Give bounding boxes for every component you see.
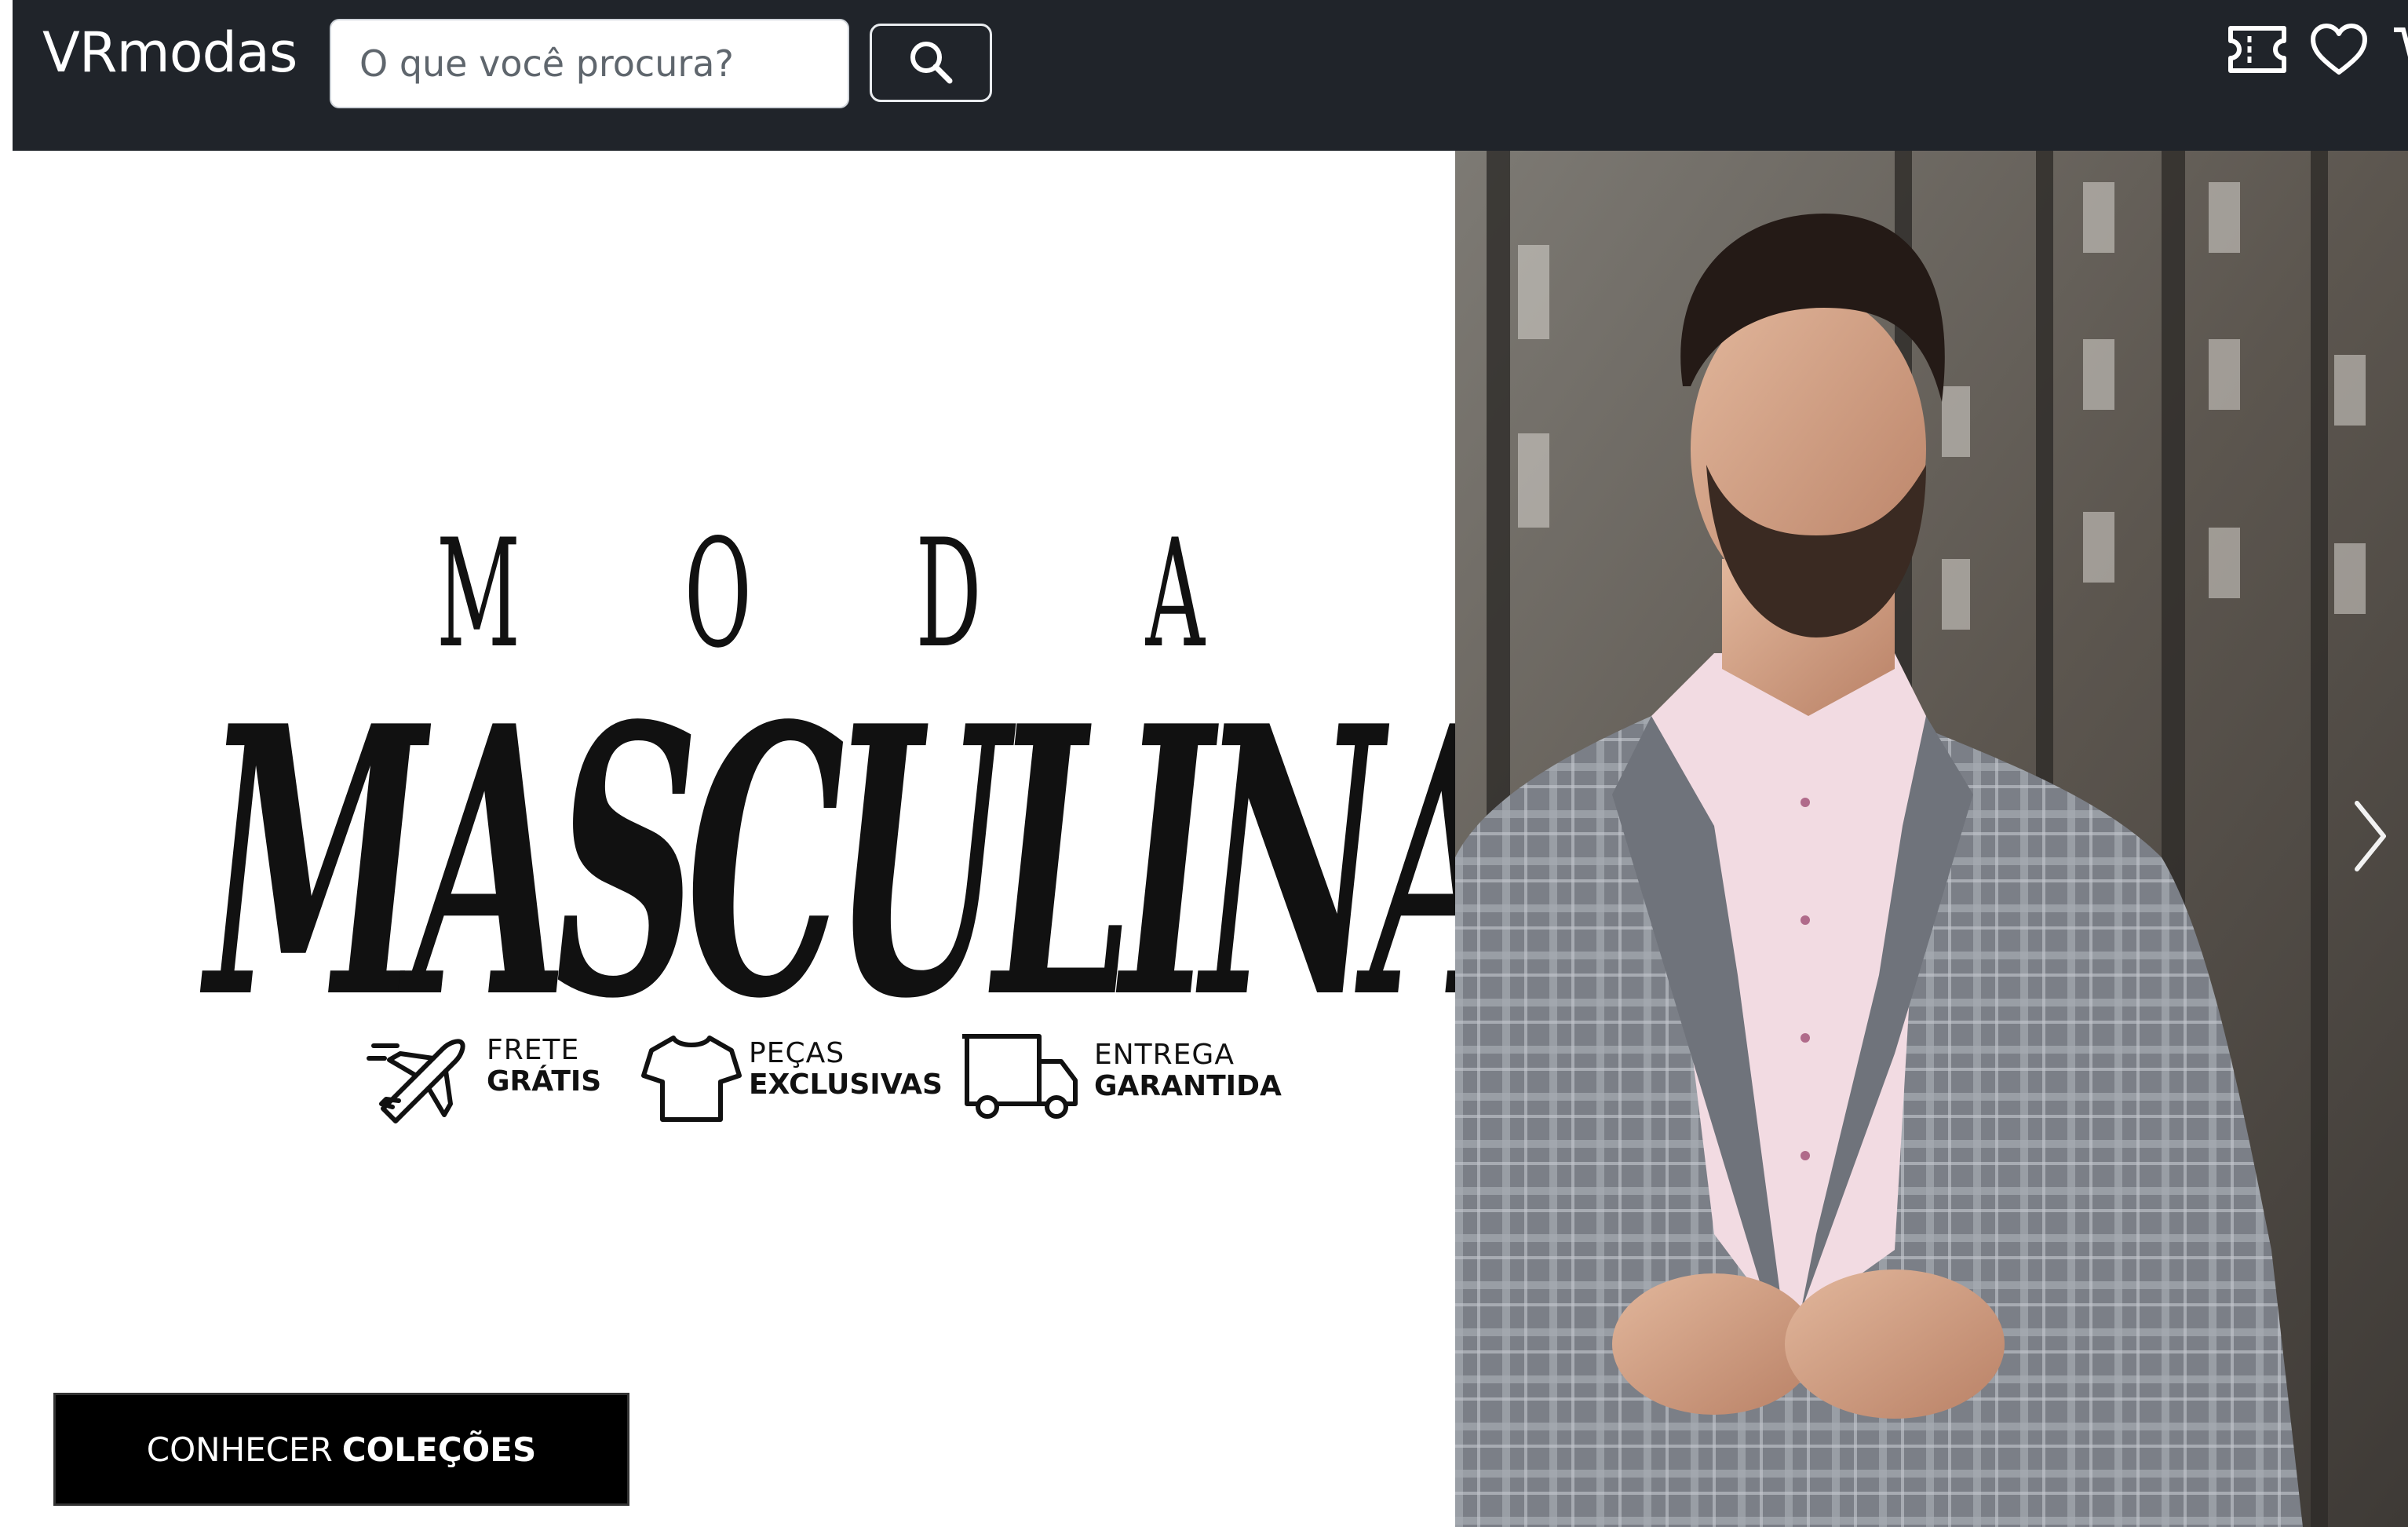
view-collections-button[interactable]: CONHECER COLEÇÕES [53,1393,629,1506]
truck-icon [962,1022,1080,1128]
brand-logo[interactable]: VRmodas [42,17,297,88]
feature-guaranteed-delivery: ENTREGA GARANTIDA [962,1022,1308,1132]
feature-list: FRETE GRÁTIS PEÇAS EXCLUSIVAS ENTREGA GA… [366,1022,1308,1132]
feature-free-shipping: FRETE GRÁTIS [366,1022,617,1132]
man-in-plaid-blazer-photo [1455,151,2408,1527]
search-icon [906,37,956,90]
hero-promo-panel: M O D A MASCULINA FRETE GRÁTIS PEÇAS EXC… [13,151,1525,1527]
hero-banner: M O D A MASCULINA FRETE GRÁTIS PEÇAS EXC… [13,151,2408,1527]
feature-label: FRETE GRÁTIS [487,1034,602,1098]
feature-exclusive-pieces: PEÇAS EXCLUSIVAS [640,1022,954,1132]
headline-masculina: MASCULINA [206,646,1525,1079]
cta-label-light: CONHECER [146,1430,333,1469]
hero-model-photo [1455,151,2408,1527]
feature-label: PEÇAS EXCLUSIVAS [749,1037,943,1101]
tshirt-icon [640,1022,742,1133]
search-input[interactable] [330,19,849,108]
feature-label: ENTREGA GARANTIDA [1094,1039,1282,1102]
airplane-icon [366,1022,476,1136]
cta-label-bold: COLEÇÕES [341,1430,537,1469]
chevron-right-icon [2351,797,2390,879]
carousel-next-button[interactable] [2347,795,2394,881]
cart-icon[interactable] [2392,22,2408,77]
search-button[interactable] [870,24,992,102]
ticket-icon[interactable] [2226,22,2289,77]
top-navbar: VRmodas [13,0,2408,151]
heart-icon[interactable] [2309,22,2369,77]
